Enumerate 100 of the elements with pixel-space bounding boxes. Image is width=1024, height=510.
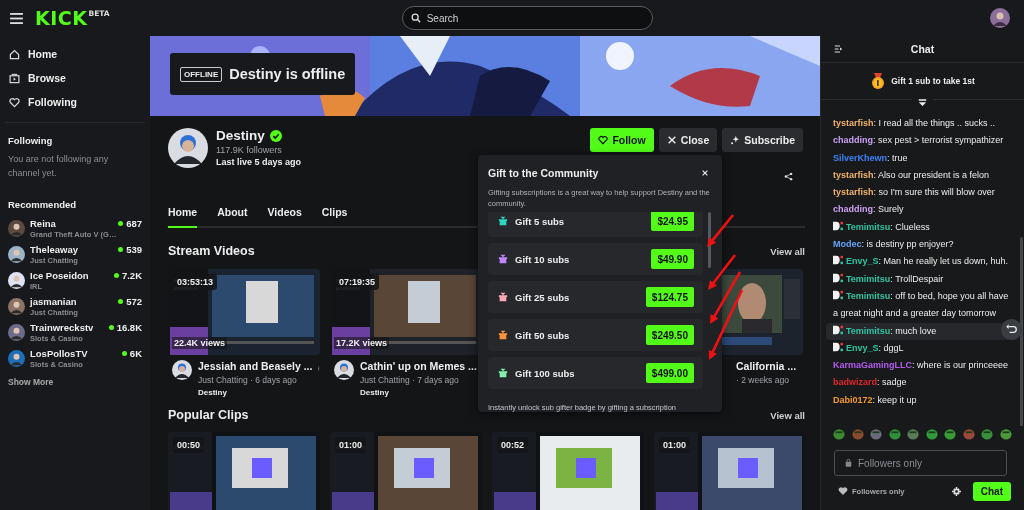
nav-item[interactable]: Browse <box>0 66 150 90</box>
empty-message: You are not following any channel yet. <box>7 153 110 180</box>
medal-icon <box>870 73 887 89</box>
emote-icon[interactable] <box>925 428 938 440</box>
chat-message: Temimitsu: off to bed, hope you all have a great night and a greater day tomorrow <box>833 290 1009 319</box>
gift-option[interactable]: Gift 10 subs $49.90 <box>488 243 703 275</box>
chat-input[interactable]: Followers only <box>834 450 1007 476</box>
chat-message: Envy_S: Man he really let us down, huh. <box>846 256 1009 267</box>
channel-name: Ice Poseidon <box>30 269 90 281</box>
chat-message: chadding: Surely <box>833 204 904 215</box>
avatar <box>8 245 25 263</box>
price-button[interactable]: $249.50 <box>645 325 694 345</box>
emote-icon[interactable] <box>851 428 864 440</box>
live-dot-icon <box>121 351 127 356</box>
channel-name: jasmanian <box>30 295 78 307</box>
view-all-link[interactable]: View all <box>770 245 805 257</box>
emote-icon[interactable] <box>833 428 845 440</box>
scroll-back-icon[interactable] <box>1001 319 1022 340</box>
avatar <box>8 297 25 315</box>
emote-icon[interactable] <box>888 428 901 440</box>
tab[interactable]: About <box>217 200 248 228</box>
tab[interactable]: Home <box>168 200 198 228</box>
collapse-icon[interactable] <box>834 45 843 53</box>
close-icon[interactable] <box>701 169 709 177</box>
viewer-count: 539 <box>126 244 142 255</box>
close-icon <box>666 135 677 145</box>
avatar <box>8 323 25 341</box>
avatar <box>172 360 192 380</box>
view-count-badge: 17.2K views <box>334 337 390 349</box>
price-button[interactable]: $124.75 <box>645 287 694 307</box>
video-title[interactable]: Cathin' up on Memes ... <box>360 360 477 372</box>
video-meta: Just Chatting · 6 days ago <box>198 375 298 385</box>
price-button[interactable]: $49.90 <box>651 249 694 269</box>
show-more-link[interactable]: Show More <box>0 377 150 387</box>
video-title[interactable]: California ... <box>736 360 803 372</box>
chat-message: Temimitsu: Clueless <box>846 221 930 232</box>
video-meta: Just Chatting · 7 days ago <box>360 375 460 385</box>
chat-message: Dabi0172: keep it up <box>833 394 917 405</box>
duration-badge: 01:00 <box>335 437 367 453</box>
gift-option[interactable]: Gift 5 subs $24.95 <box>488 212 703 237</box>
video-meta: · 2 weeks ago <box>736 375 790 385</box>
live-dot-icon <box>108 325 114 330</box>
emote-icon[interactable] <box>981 428 994 440</box>
share-icon[interactable] <box>784 172 793 181</box>
nav-item[interactable]: Home <box>0 42 150 66</box>
chat-message: Temimitsu: much love <box>846 325 937 336</box>
price-button[interactable]: $499.00 <box>645 363 694 383</box>
nav-item[interactable]: Following <box>0 90 150 114</box>
live-dot-icon <box>113 273 119 278</box>
video-title[interactable]: Jessiah and Beasely ... <box>198 360 313 372</box>
emote-icon[interactable] <box>999 428 1012 440</box>
price-button[interactable]: $24.95 <box>651 212 694 231</box>
section-title: Stream Videos <box>168 244 255 258</box>
viewer-count: 16.8K <box>116 322 142 333</box>
channel-name[interactable]: Destiny <box>360 388 477 397</box>
pinned-message: Gift 1 sub to take 1st <box>891 76 975 86</box>
chat-button[interactable]: Chat <box>972 481 1011 501</box>
chat-message: tystarfish: Also our president is a felon <box>833 169 990 180</box>
gift-option[interactable]: Gift 25 subs $124.75 <box>488 281 703 313</box>
close-button[interactable]: Close <box>658 128 718 152</box>
follow-button[interactable]: Follow <box>590 128 654 152</box>
viewer-count: 7.2K <box>121 270 142 281</box>
annotation-arrow <box>707 214 734 247</box>
duration-badge: 01:00 <box>659 437 691 453</box>
tab[interactable]: Videos <box>267 200 302 228</box>
gift-option[interactable]: Gift 100 subs $499.00 <box>488 357 703 389</box>
offline-message: Destiny is offline <box>229 66 346 82</box>
settings-icon[interactable] <box>951 486 961 496</box>
chat-message: Temimitsu: TrollDespair <box>846 273 944 284</box>
subscribe-button[interactable]: Subscribe <box>722 128 803 152</box>
menu-icon[interactable] <box>10 12 23 24</box>
channel-name[interactable]: Destiny <box>198 388 313 397</box>
follower-count: 117.9K followers <box>216 145 283 155</box>
chat-message: SilverKhewn: true <box>833 152 908 163</box>
scrollbar[interactable] <box>1020 237 1023 426</box>
section-heading: Recommended <box>7 198 78 212</box>
section-heading: Following <box>7 134 54 148</box>
emote-icon[interactable] <box>944 428 957 440</box>
lock-icon <box>845 458 852 467</box>
avatar[interactable] <box>990 8 1010 28</box>
viewer-count: 6K <box>129 348 142 359</box>
emote-icon[interactable] <box>870 428 883 440</box>
view-all-link[interactable]: View all <box>770 409 805 421</box>
view-count-badge: 22.4K views <box>172 337 228 349</box>
channel-name: Trainwreckstv <box>30 321 95 333</box>
channel-name: Destiny <box>216 128 265 143</box>
emote-icon[interactable] <box>962 428 975 440</box>
tab[interactable]: Clips <box>321 200 348 228</box>
search-field[interactable]: Search <box>401 6 653 30</box>
avatar <box>8 349 25 367</box>
search-icon <box>410 13 421 23</box>
chat-message: chadding: sex pest > terrorist sympathizer <box>833 135 1004 146</box>
viewer-count: 572 <box>126 296 142 307</box>
emote-icon[interactable] <box>907 428 920 440</box>
duration-badge: 00:50 <box>173 437 205 453</box>
popup-title: Gift to the Community <box>488 167 599 179</box>
status-badge: OFFLINE <box>180 66 223 82</box>
gift-option[interactable]: Gift 50 subs $249.50 <box>488 319 703 351</box>
chat-title: Chat <box>910 43 935 55</box>
live-dot-icon <box>118 247 124 252</box>
